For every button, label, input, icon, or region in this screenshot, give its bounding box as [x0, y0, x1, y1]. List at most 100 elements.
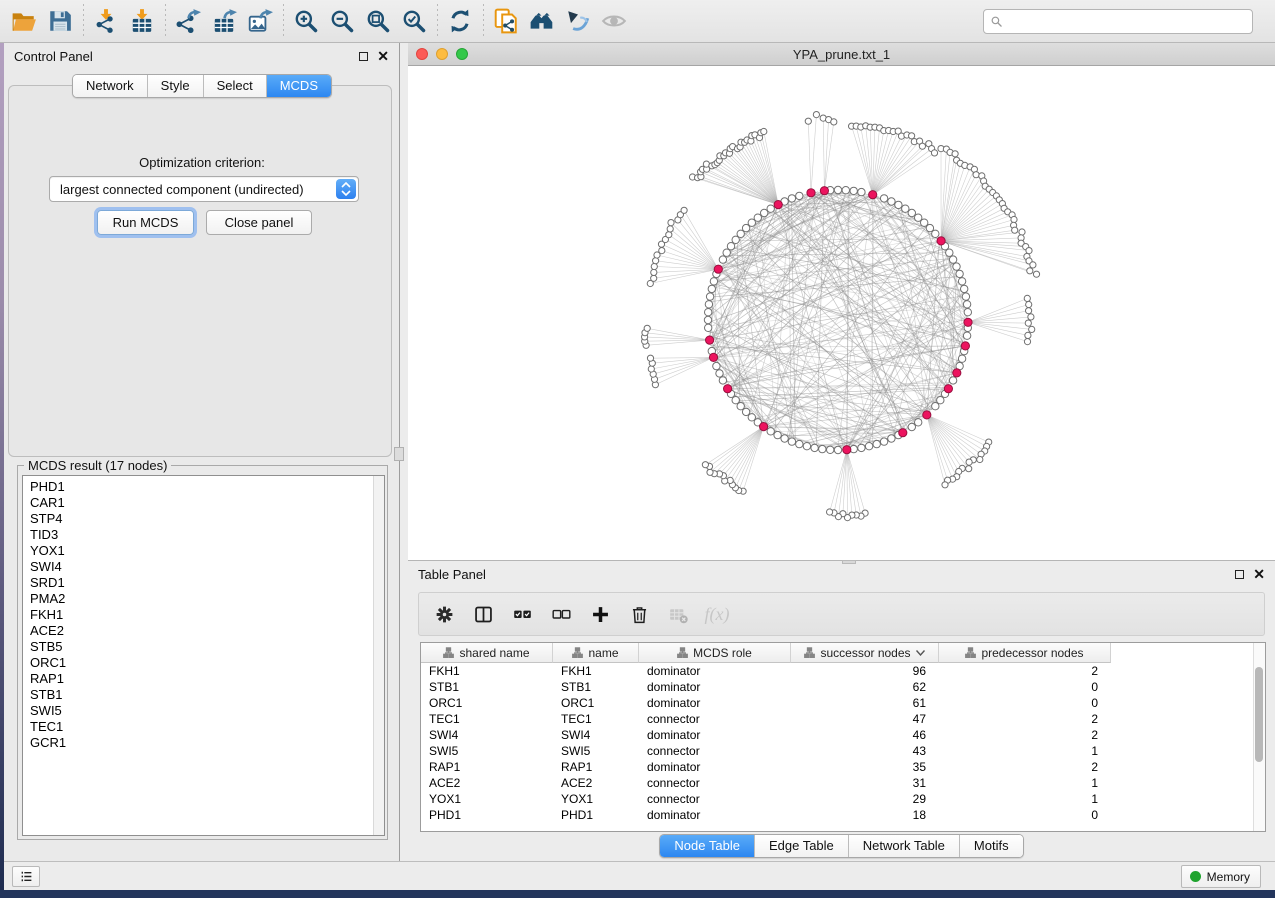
criterion-dropdown[interactable]: largest connected component (undirected) [49, 176, 359, 202]
table-cell: YOX1 [421, 791, 553, 807]
mcds-result-item[interactable]: YOX1 [30, 543, 384, 559]
search-box[interactable] [983, 9, 1253, 34]
open-session-icon [11, 8, 37, 34]
mcds-result-item[interactable]: PHD1 [30, 479, 384, 495]
zoom-selected-button[interactable] [396, 4, 432, 38]
network-canvas[interactable] [408, 66, 1275, 560]
mcds-result-item[interactable]: GCR1 [30, 735, 384, 751]
zoom-fit-button[interactable] [360, 4, 396, 38]
column-header-name[interactable]: name [553, 643, 639, 663]
mcds-result-item[interactable]: SWI4 [30, 559, 384, 575]
table-cell: PHD1 [553, 807, 639, 823]
find-network-button[interactable] [524, 4, 560, 38]
search-input[interactable] [1008, 15, 1246, 29]
float-table-panel-icon[interactable] [1235, 570, 1244, 579]
table-scrollbar-thumb[interactable] [1255, 667, 1263, 762]
import-network-button[interactable] [88, 4, 124, 38]
tab-node-table[interactable]: Node Table [660, 835, 755, 857]
tab-style[interactable]: Style [148, 75, 204, 97]
export-table-icon [211, 8, 237, 34]
zoom-in-icon [293, 8, 319, 34]
delete-table-button[interactable] [663, 599, 693, 629]
tab-network[interactable]: Network [73, 75, 148, 97]
mcds-result-item[interactable]: SWI5 [30, 703, 384, 719]
import-table-button[interactable] [124, 4, 160, 38]
table-cell: 1 [939, 791, 1111, 807]
tab-edge-table[interactable]: Edge Table [755, 835, 849, 857]
tab-network-table[interactable]: Network Table [849, 835, 960, 857]
mcds-result-item[interactable]: STB1 [30, 687, 384, 703]
import-network-icon [93, 8, 119, 34]
dropdown-spinner-icon[interactable] [336, 179, 356, 199]
mcds-result-item[interactable]: FKH1 [30, 607, 384, 623]
attribute-icon [677, 647, 688, 658]
vertical-splitter[interactable] [400, 43, 408, 861]
attribute-icon [443, 647, 454, 658]
table-row[interactable]: TEC1TEC1connector472 [421, 711, 1265, 727]
show-hide-button[interactable] [596, 4, 632, 38]
mcds-result-item[interactable]: SRD1 [30, 575, 384, 591]
tab-mcds[interactable]: MCDS [267, 75, 331, 97]
table-row[interactable]: ACE2ACE2connector311 [421, 775, 1265, 791]
close-panel-icon[interactable]: ✕ [377, 52, 389, 61]
column-header-predecessor-nodes[interactable]: predecessor nodes [939, 643, 1111, 663]
mcds-result-item[interactable]: CAR1 [30, 495, 384, 511]
mcds-result-item[interactable]: STB5 [30, 639, 384, 655]
tab-motifs[interactable]: Motifs [960, 835, 1023, 857]
open-session-button[interactable] [6, 4, 42, 38]
select-all-rows-button[interactable] [507, 599, 537, 629]
hide-annotations-button[interactable] [560, 4, 596, 38]
function-builder-button[interactable]: f(x) [702, 599, 732, 629]
table-row[interactable]: ORC1ORC1dominator610 [421, 695, 1265, 711]
table-row[interactable]: RAP1RAP1dominator352 [421, 759, 1265, 775]
table-cell: ORC1 [553, 695, 639, 711]
table-options-button[interactable] [429, 599, 459, 629]
table-panel-drag-handle[interactable] [842, 560, 856, 564]
mcds-result-item[interactable]: PMA2 [30, 591, 384, 607]
mcds-result-item[interactable]: TEC1 [30, 719, 384, 735]
show-columns-button[interactable] [468, 599, 498, 629]
table-row[interactable]: FKH1FKH1dominator962 [421, 663, 1265, 679]
mcds-list-scrollbar[interactable] [373, 476, 384, 835]
table-row[interactable]: SWI5SWI5connector431 [421, 743, 1265, 759]
save-session-button[interactable] [42, 4, 78, 38]
zoom-out-button[interactable] [324, 4, 360, 38]
splitter-handle[interactable] [394, 447, 404, 461]
mcds-result-item[interactable]: ACE2 [30, 623, 384, 639]
table-row[interactable]: YOX1YOX1connector291 [421, 791, 1265, 807]
delete-column-button[interactable] [624, 599, 654, 629]
panel-menu-button[interactable] [12, 866, 40, 887]
close-table-panel-icon[interactable]: ✕ [1253, 570, 1265, 579]
zoom-in-button[interactable] [288, 4, 324, 38]
column-header-MCDS-role[interactable]: MCDS role [639, 643, 791, 663]
mcds-result-item[interactable]: TID3 [30, 527, 384, 543]
mcds-result-item[interactable]: STP4 [30, 511, 384, 527]
clone-network-button[interactable] [488, 4, 524, 38]
column-header-successor-nodes[interactable]: successor nodes [791, 643, 939, 663]
close-panel-button[interactable]: Close panel [206, 210, 312, 235]
network-window-titlebar[interactable]: YPA_prune.txt_1 [408, 43, 1275, 66]
add-column-button[interactable] [585, 599, 615, 629]
table-row[interactable]: PHD1PHD1dominator180 [421, 807, 1265, 823]
control-panel-title: Control Panel [14, 49, 93, 64]
table-cell: 43 [791, 743, 939, 759]
memory-button[interactable]: Memory [1181, 865, 1261, 888]
mcds-result-item[interactable]: ORC1 [30, 655, 384, 671]
float-panel-icon[interactable] [359, 52, 368, 61]
run-mcds-button[interactable]: Run MCDS [97, 210, 194, 235]
table-row[interactable]: SWI4SWI4dominator462 [421, 727, 1265, 743]
export-table-button[interactable] [206, 4, 242, 38]
export-image-button[interactable] [242, 4, 278, 38]
export-network-button[interactable] [170, 4, 206, 38]
mcds-result-item[interactable]: RAP1 [30, 671, 384, 687]
refresh-layout-button[interactable] [442, 4, 478, 38]
table-cell: dominator [639, 663, 791, 679]
column-header-shared-name[interactable]: shared name [421, 643, 553, 663]
show-columns-icon [473, 604, 494, 625]
tab-select[interactable]: Select [204, 75, 267, 97]
find-network-icon [529, 8, 555, 34]
mcds-result-list[interactable]: PHD1CAR1STP4TID3YOX1SWI4SRD1PMA2FKH1ACE2… [22, 475, 385, 836]
table-row[interactable]: STB1STB1dominator620 [421, 679, 1265, 695]
table-scrollbar[interactable] [1253, 643, 1265, 831]
deselect-all-rows-button[interactable] [546, 599, 576, 629]
